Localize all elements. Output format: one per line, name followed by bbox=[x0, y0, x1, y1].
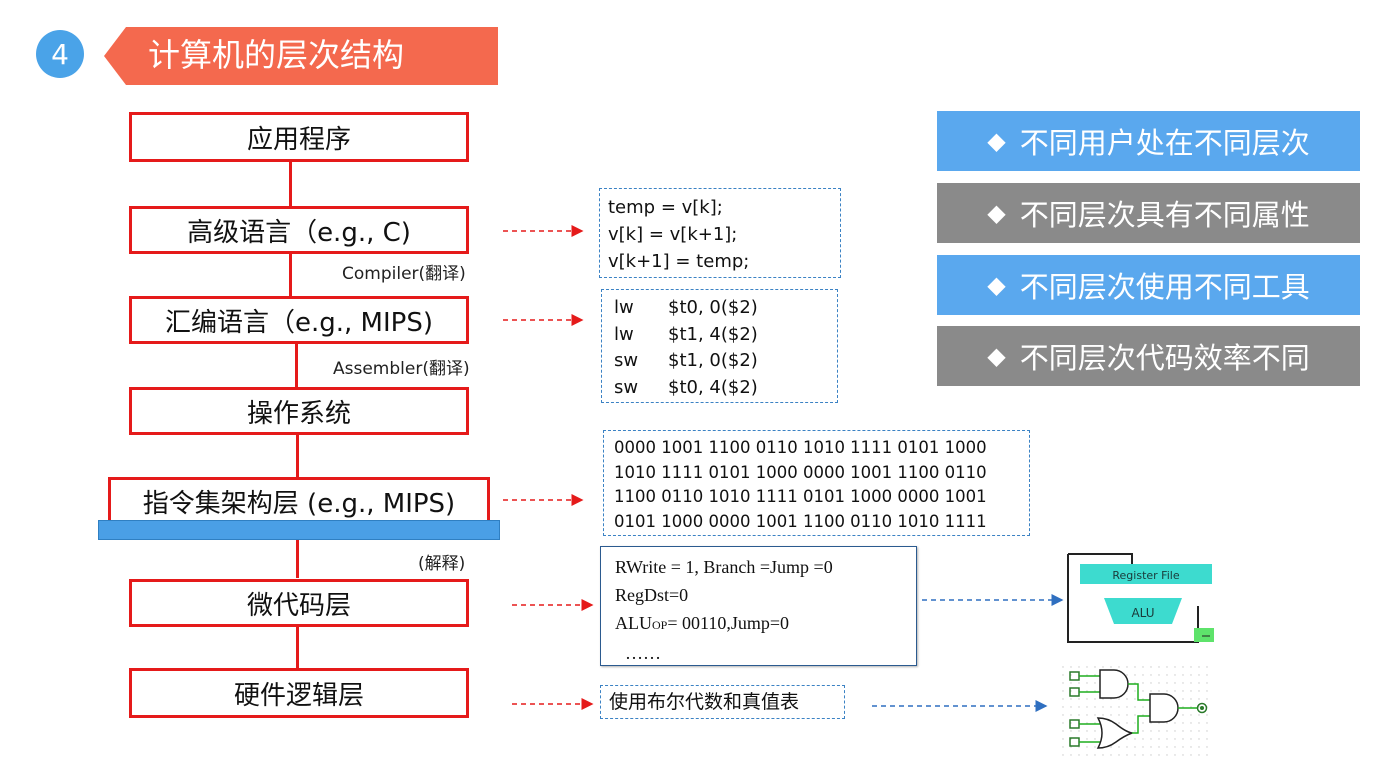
layer-label: 指令集架构层 (e.g., MIPS) bbox=[142, 488, 456, 519]
connector-line bbox=[289, 252, 292, 296]
code-line: …… bbox=[625, 643, 661, 663]
logic-gates-diagram bbox=[1062, 666, 1214, 758]
layer-assembly-language: 汇编语言（e.g., MIPS) bbox=[129, 296, 469, 344]
code-line: temp = v[k]; bbox=[608, 197, 723, 218]
alu-label: ALU bbox=[1131, 606, 1155, 620]
bullet-text: 不同层次使用不同工具 bbox=[1019, 270, 1310, 304]
isa-divider-bar bbox=[98, 520, 500, 540]
code-line: lw $t0, 0($2) bbox=[614, 295, 837, 322]
hardware-note: 使用布尔代数和真值表 bbox=[609, 691, 800, 713]
code-line: lw $t1, 4($2) bbox=[614, 322, 837, 349]
diamond-icon: ◆ bbox=[987, 271, 1006, 299]
code-line: sw $t0, 4($2) bbox=[614, 375, 837, 402]
bullet-text: 不同用户处在不同层次 bbox=[1019, 126, 1310, 160]
asm-op: lw bbox=[614, 297, 634, 318]
compiler-note: Compiler(翻译) bbox=[342, 264, 466, 284]
bullet-level-properties: ◆ 不同层次具有不同属性 bbox=[937, 183, 1360, 243]
bullet-text: 不同层次具有不同属性 bbox=[1019, 198, 1310, 232]
bullet-level-tools: ◆ 不同层次使用不同工具 bbox=[937, 255, 1360, 315]
code-line: sw $t1, 0($2) bbox=[614, 348, 837, 375]
connector-line bbox=[296, 538, 299, 578]
layer-label: 硬件逻辑层 bbox=[233, 680, 364, 711]
layer-high-level-language: 高级语言（e.g., C) bbox=[129, 206, 469, 254]
asm-op: lw bbox=[614, 323, 634, 345]
code-line: 1010 1111 0101 1000 0000 1001 1100 0110 bbox=[614, 462, 987, 482]
layer-isa: 指令集架构层 (e.g., MIPS) bbox=[108, 477, 490, 525]
microcode-box: RWrite = 1, Branch =Jump =0 RegDst=0 ALU… bbox=[600, 546, 917, 666]
asm-args: $t0, 4($2) bbox=[668, 376, 758, 398]
connector-line bbox=[296, 434, 299, 478]
diamond-icon: ◆ bbox=[987, 127, 1006, 155]
page-title: 计算机的层次结构 bbox=[148, 36, 405, 74]
register-file-label: Register File bbox=[1112, 568, 1180, 582]
code-line: RWrite = 1, Branch =Jump =0 bbox=[615, 557, 833, 577]
code-line: ALUOP= 00110,Jump=0 bbox=[615, 609, 916, 639]
bullet-text: 不同层次代码效率不同 bbox=[1019, 341, 1310, 375]
layer-label: 操作系统 bbox=[246, 398, 351, 429]
code-line: v[k+1] = temp; bbox=[608, 251, 750, 272]
bullet-code-efficiency: ◆ 不同层次代码效率不同 bbox=[937, 326, 1360, 386]
machine-code-box: 0000 1001 1100 0110 1010 1111 0101 1000 … bbox=[603, 430, 1030, 536]
diamond-icon: ◆ bbox=[987, 342, 1006, 370]
layer-label: 高级语言（e.g., C) bbox=[187, 217, 411, 248]
alu-suffix: = 00110,Jump=0 bbox=[667, 613, 789, 633]
hardware-note-box: 使用布尔代数和真值表 bbox=[600, 685, 845, 719]
layer-label: 汇编语言（e.g., MIPS) bbox=[165, 307, 433, 338]
layer-application: 应用程序 bbox=[129, 112, 469, 162]
logic-gate-illustration bbox=[1062, 666, 1214, 758]
asm-args: $t0, 0($2) bbox=[668, 297, 758, 318]
datapath-diagram bbox=[1067, 553, 1214, 643]
assembler-note: Assembler(翻译) bbox=[333, 359, 470, 379]
layer-label: 微代码层 bbox=[246, 590, 351, 621]
diamond-icon: ◆ bbox=[987, 199, 1006, 227]
layer-microcode: 微代码层 bbox=[129, 579, 469, 627]
connector-line bbox=[295, 342, 298, 388]
code-line: v[k] = v[k+1]; bbox=[608, 224, 738, 245]
asm-args: $t1, 0($2) bbox=[668, 350, 758, 371]
asm-args: $t1, 4($2) bbox=[668, 323, 758, 345]
layer-label: 应用程序 bbox=[246, 124, 351, 155]
code-line: 1100 0110 1010 1111 0101 1000 0000 1001 bbox=[614, 487, 987, 506]
code-line: 0101 1000 0000 1001 1100 0110 1010 1111 bbox=[614, 511, 987, 531]
alu-prefix: ALU bbox=[615, 613, 652, 633]
section-number-badge: 4 bbox=[36, 30, 84, 78]
datapath-illustration: Register File ALU bbox=[1064, 548, 1224, 646]
layer-hardware-logic: 硬件逻辑层 bbox=[129, 668, 469, 718]
code-line: RegDst=0 bbox=[615, 585, 689, 605]
code-line: 0000 1001 1100 0110 1010 1111 0101 1000 bbox=[614, 438, 987, 457]
connector-line bbox=[289, 160, 292, 208]
assembly-code-box: lw $t0, 0($2) lw $t1, 4($2) sw $t1, 0($2) s… bbox=[601, 289, 838, 403]
layer-operating-system: 操作系统 bbox=[129, 387, 469, 435]
connector-line bbox=[296, 626, 299, 668]
asm-op: sw bbox=[614, 376, 639, 398]
c-code-box: temp = v[k]; v[k] = v[k+1]; v[k+1] = tem… bbox=[599, 188, 841, 278]
alu-subscript: OP bbox=[652, 618, 668, 632]
interpret-note: (解释) bbox=[418, 554, 466, 574]
asm-op: sw bbox=[614, 350, 639, 371]
bullet-users-levels: ◆ 不同用户处在不同层次 bbox=[937, 111, 1360, 171]
